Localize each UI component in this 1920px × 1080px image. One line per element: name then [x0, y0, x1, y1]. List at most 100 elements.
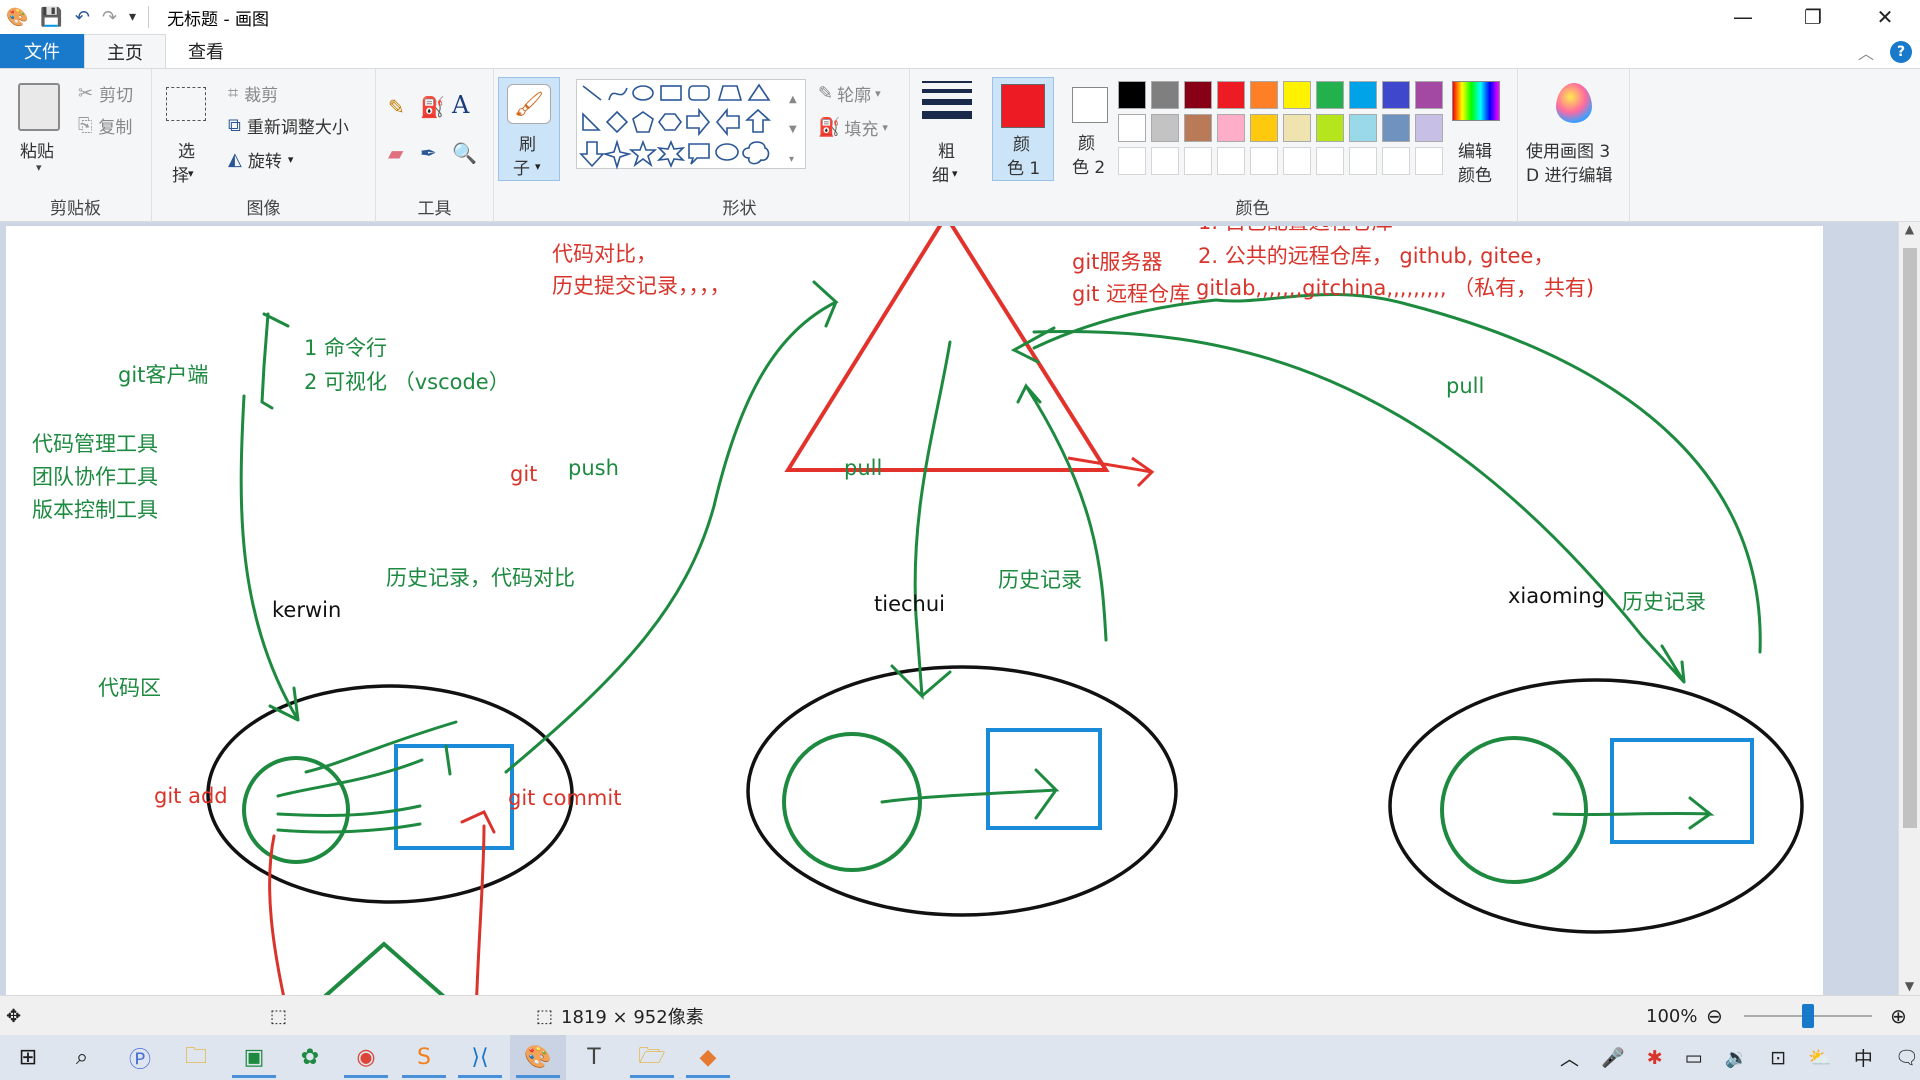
microphone-icon[interactable]: 🎤 — [1601, 1046, 1625, 1069]
palette-swatch[interactable] — [1415, 114, 1443, 142]
palette-swatch[interactable] — [1382, 81, 1410, 109]
edit-colors-icon[interactable] — [1452, 81, 1500, 121]
select-label-2[interactable]: 择 — [172, 161, 189, 186]
size-label-1[interactable]: 粗 — [938, 137, 955, 162]
shapes-gallery-svg[interactable]: ▲ ▼ ▾ — [577, 80, 807, 170]
select-icon[interactable] — [166, 87, 206, 121]
typora-icon[interactable]: T — [566, 1035, 622, 1080]
palette-swatch[interactable] — [1217, 114, 1245, 142]
edit-colors-label-2[interactable]: 颜色 — [1458, 161, 1492, 186]
show-hidden-icons[interactable]: ︿ — [1560, 1044, 1579, 1071]
palette-swatch[interactable] — [1151, 114, 1179, 142]
size-dropdown[interactable]: ▾ — [952, 167, 958, 180]
color1-button[interactable]: 颜 色 1 — [992, 77, 1054, 181]
weather-icon[interactable]: ⛅ — [1808, 1046, 1832, 1069]
copy-button[interactable]: ⎘ 复制 — [78, 113, 132, 138]
palette-swatch[interactable] — [1283, 81, 1311, 109]
palette-swatch[interactable] — [1250, 114, 1278, 142]
custom-color-slot[interactable] — [1349, 147, 1377, 175]
fill-dropdown[interactable]: ▾ — [882, 121, 888, 134]
zoom-slider-thumb[interactable] — [1802, 1004, 1814, 1028]
custom-color-slot[interactable] — [1250, 147, 1278, 175]
tab-file[interactable]: 文件 — [0, 34, 84, 68]
custom-color-slot[interactable] — [1151, 147, 1179, 175]
custom-color-slot[interactable] — [1184, 147, 1212, 175]
rotate-dropdown[interactable]: ▾ — [288, 153, 294, 166]
undo-icon[interactable]: ↶ — [75, 7, 90, 28]
scroll-down-icon[interactable]: ▼ — [1899, 979, 1920, 993]
palette-swatch[interactable] — [1217, 81, 1245, 109]
vertical-scrollbar[interactable]: ▲ ▼ — [1898, 222, 1920, 995]
size-label-2[interactable]: 细 — [932, 161, 949, 186]
tab-home[interactable]: 主页 — [84, 34, 166, 68]
folder-icon[interactable]: 🗁 — [624, 1035, 680, 1080]
edit-colors-label-1[interactable]: 编辑 — [1458, 137, 1492, 162]
select-label-1[interactable]: 选 — [178, 137, 195, 162]
volume-icon[interactable]: 🔉 — [1725, 1046, 1749, 1069]
paste-icon[interactable] — [18, 83, 60, 131]
close-button[interactable]: ✕ — [1850, 0, 1920, 34]
paint-palette-icon[interactable]: 🎨 — [6, 7, 28, 28]
scroll-thumb[interactable] — [1903, 248, 1917, 828]
brush-button[interactable]: 🖌 刷 子 ▾ — [498, 77, 560, 181]
brush-dropdown[interactable]: ▾ — [535, 160, 541, 173]
notification-icon[interactable]: 🗨 — [1895, 1046, 1919, 1069]
palette-swatch[interactable] — [1250, 81, 1278, 109]
resize-button[interactable]: ⧉ 重新调整大小 — [228, 113, 349, 138]
paint3d-label-1[interactable]: 使用画图 3 — [1526, 137, 1610, 162]
color2-button[interactable]: 颜 色 2 — [1058, 77, 1120, 181]
antivirus-icon[interactable]: ✱ — [1647, 1047, 1663, 1069]
palette-swatch[interactable] — [1283, 114, 1311, 142]
drawing-canvas[interactable]: git客户端 1 命令行 2 可视化 （vscode） 代码管理工具 团队协作工… — [6, 226, 1823, 995]
outline-dropdown[interactable]: ▾ — [875, 87, 881, 100]
zoom-in-button[interactable]: ⊕ — [1890, 996, 1907, 1036]
windows-start-icon[interactable]: ⊞ — [0, 1035, 56, 1080]
palette-swatch[interactable] — [1184, 81, 1212, 109]
git-gui-icon[interactable]: ◆ — [680, 1035, 736, 1080]
paint-taskbar-icon[interactable]: 🎨 — [510, 1035, 566, 1080]
outline-button[interactable]: ✎ 轮廓 ▾ — [818, 81, 881, 106]
select-dropdown[interactable]: ▾ — [188, 167, 194, 180]
palette-swatch[interactable] — [1118, 81, 1146, 109]
cut-button[interactable]: ✂ 剪切 — [78, 81, 133, 106]
paste-dropdown[interactable]: ▾ — [36, 161, 42, 174]
app-p-icon[interactable]: Ⓟ — [112, 1035, 168, 1080]
chrome-icon[interactable]: ◉ — [338, 1035, 394, 1080]
collapse-ribbon-icon[interactable]: ︿ — [1858, 40, 1874, 64]
zoom-slider[interactable] — [1744, 996, 1872, 1036]
palette-swatch[interactable] — [1316, 81, 1344, 109]
palette-swatch[interactable] — [1349, 114, 1377, 142]
network-icon[interactable]: ⊡ — [1770, 1047, 1786, 1069]
scroll-up-icon[interactable]: ▲ — [1899, 222, 1920, 236]
zoom-out-button[interactable]: ⊖ — [1706, 996, 1723, 1036]
battery-icon[interactable]: ▭ — [1685, 1047, 1703, 1069]
custom-color-slot[interactable] — [1283, 147, 1311, 175]
custom-color-slot[interactable] — [1382, 147, 1410, 175]
redo-icon[interactable]: ↷ — [102, 7, 117, 28]
fill-bucket-icon[interactable]: ⛽ — [420, 95, 445, 119]
palette-swatch[interactable] — [1415, 81, 1443, 109]
color-picker-icon[interactable]: ✒ — [420, 141, 437, 165]
custom-color-slot[interactable] — [1415, 147, 1443, 175]
settings-gear-icon[interactable]: ✿ — [282, 1035, 338, 1080]
customize-quick-access[interactable]: ▾ — [129, 9, 136, 25]
sublime-text-icon[interactable]: S — [396, 1035, 452, 1080]
palette-swatch[interactable] — [1184, 114, 1212, 142]
ime-indicator[interactable]: 中 — [1854, 1044, 1873, 1071]
save-icon[interactable]: 💾 — [40, 7, 62, 28]
eraser-icon[interactable]: ▰ — [388, 141, 403, 165]
file-explorer-icon[interactable]: 🗀 — [168, 1035, 224, 1080]
palette-swatch[interactable] — [1316, 114, 1344, 142]
magnifier-icon[interactable]: 🔍 — [452, 141, 477, 165]
vscode-icon[interactable]: ⟩⟨ — [452, 1035, 508, 1080]
palette-swatch[interactable] — [1349, 81, 1377, 109]
maximize-button[interactable]: ❐ — [1778, 0, 1848, 34]
paint3d-icon[interactable] — [1556, 83, 1592, 123]
palette-swatch[interactable] — [1151, 81, 1179, 109]
help-icon[interactable]: ? — [1890, 41, 1912, 63]
paste-button[interactable]: 粘贴 — [20, 137, 54, 162]
paint3d-label-2[interactable]: D 进行编辑 — [1526, 161, 1613, 186]
search-icon[interactable]: ⌕ — [54, 1035, 110, 1080]
pencil-icon[interactable]: ✎ — [388, 95, 405, 119]
minimize-button[interactable]: — — [1708, 0, 1778, 34]
